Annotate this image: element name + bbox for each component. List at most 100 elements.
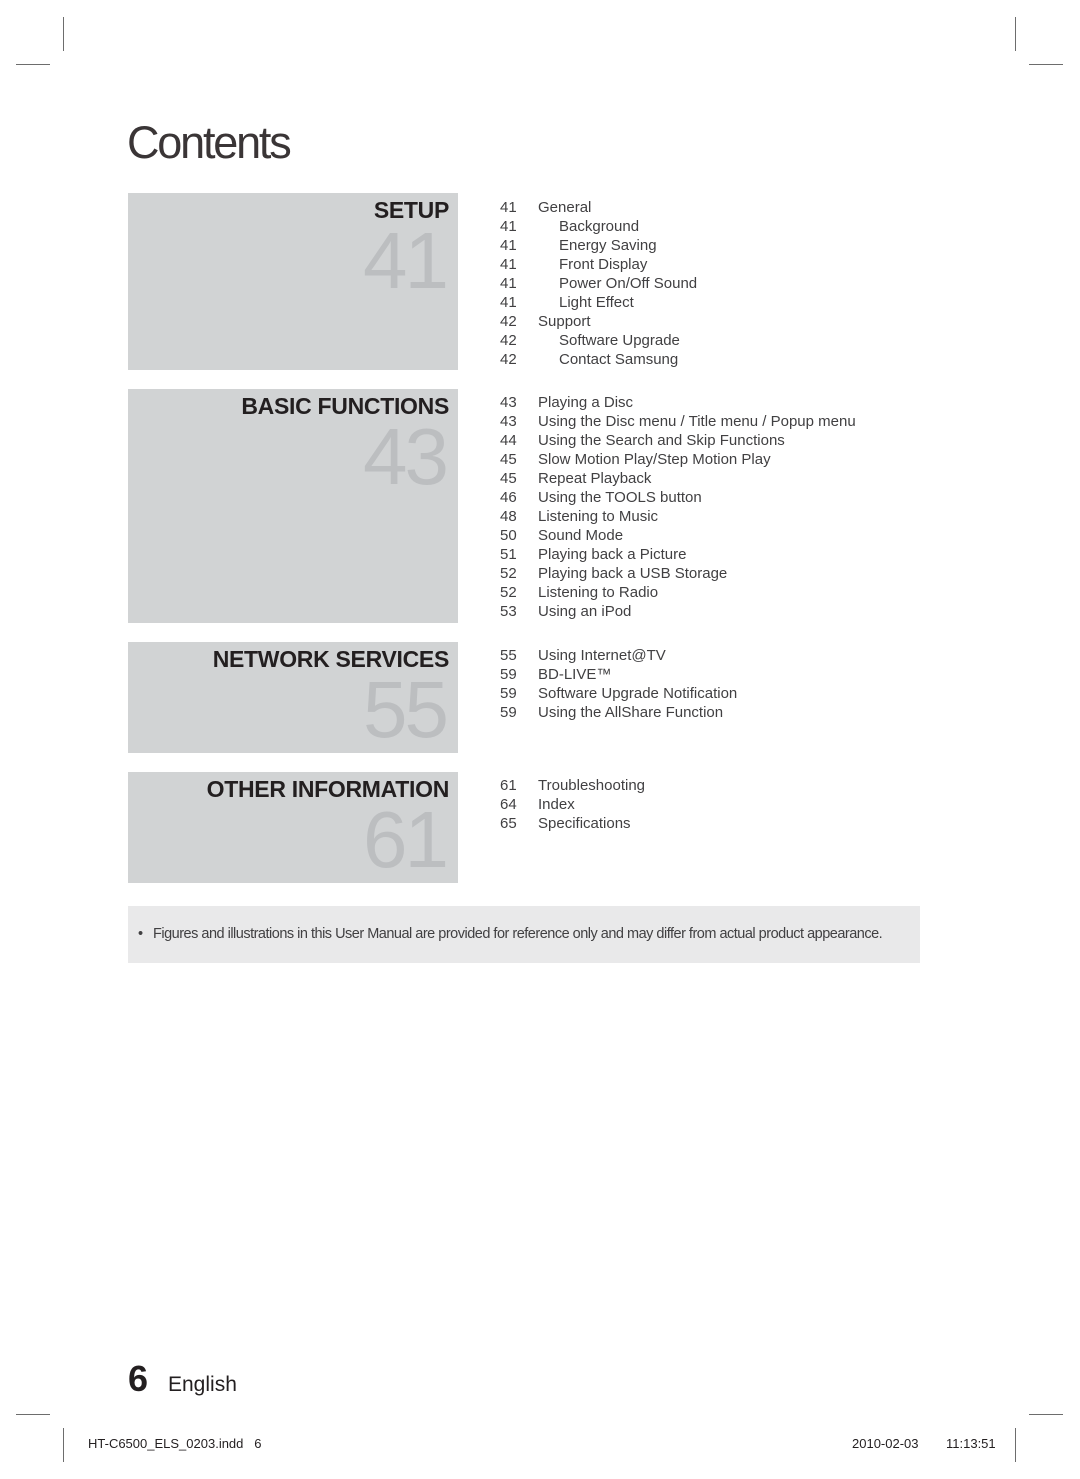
toc-entry-page: 59 <box>500 685 517 702</box>
toc-entry[interactable]: 59 Using the AllShare Function <box>500 703 737 722</box>
toc-entry[interactable]: 43 Playing a Disc <box>500 393 856 412</box>
toc-entry-page: 45 <box>500 470 517 487</box>
toc-entry[interactable]: 46 Using the TOOLS button <box>500 488 856 507</box>
toc-entry[interactable]: 41 Energy Saving <box>500 236 697 255</box>
slug-date: 2010-02-03 <box>852 1436 919 1451</box>
toc-entry-label: Contact Samsung <box>559 351 679 368</box>
toc-entry-page: 41 <box>500 199 517 216</box>
toc-entry[interactable]: 50 Sound Mode <box>500 526 856 545</box>
crop-mark-bottom-right-vertical <box>1015 1428 1016 1462</box>
page-title: Contents <box>127 117 292 168</box>
toc-entry[interactable]: 43 Using the Disc menu / Title menu / Pop… <box>500 412 856 431</box>
toc-entry-page: 61 <box>500 777 517 794</box>
toc-entry-page: 65 <box>500 815 517 832</box>
toc-entry-page: 42 <box>500 313 517 330</box>
toc-entry[interactable]: 41 Front Display <box>500 255 697 274</box>
toc-entry-label: Using the AllShare Function <box>538 704 724 721</box>
toc-entry-label: Playing back a USB Storage <box>538 565 728 582</box>
toc-entry-page: 64 <box>500 796 517 813</box>
toc-entry-label: Index <box>538 796 575 813</box>
toc-entry-label: Specifications <box>538 815 631 832</box>
crop-mark-top-left-horizontal <box>16 64 50 65</box>
toc-entry-label: Playing back a Picture <box>538 546 687 563</box>
toc-entry-label: Power On/Off Sound <box>559 275 698 292</box>
toc-entry[interactable]: 53 Using an iPod <box>500 602 856 621</box>
toc-entry-page: 50 <box>500 527 517 544</box>
crop-mark-bottom-left-vertical <box>63 1428 64 1462</box>
toc-entry-page: 43 <box>500 394 517 411</box>
section-panel-network-services[interactable]: NETWORK SERVICES 55 <box>128 642 458 753</box>
toc-entry[interactable]: 42 Contact Samsung <box>500 350 697 369</box>
toc-entry-label: Using an iPod <box>538 603 632 620</box>
toc-entry[interactable]: 41 Power On/Off Sound <box>500 274 697 293</box>
toc-entry[interactable]: 52 Listening to Radio <box>500 583 856 602</box>
toc-entry-label: General <box>538 199 592 216</box>
toc-entry-label: Listening to Radio <box>538 584 659 601</box>
toc-entry-page: 42 <box>500 332 517 349</box>
section-panel-basic-functions[interactable]: BASIC FUNCTIONS 43 <box>128 389 458 623</box>
toc-list-network-services: 55 Using Internet@TV 59 BD-LIVE™ 59 Software … <box>500 646 737 722</box>
section-start-page: 55 <box>363 665 449 754</box>
toc-entry[interactable]: 52 Playing back a USB Storage <box>500 564 856 583</box>
toc-entry[interactable]: 48 Listening to Music <box>500 507 856 526</box>
toc-entry-label: Sound Mode <box>538 527 624 544</box>
toc-entry[interactable]: 59 BD-LIVE™ <box>500 665 737 684</box>
toc-entry[interactable]: 61 Troubleshooting <box>500 776 645 795</box>
toc-entry-page: 53 <box>500 603 517 620</box>
toc-entry[interactable]: 41 General <box>500 198 697 217</box>
crop-mark-bottom-left-horizontal <box>16 1414 50 1415</box>
slug-filename: HT-C6500_ELS_0203.indd 6 <box>88 1436 262 1451</box>
toc-entry-label: Support <box>538 313 591 330</box>
toc-list-basic-functions: 43 Playing a Disc 43 Using the Disc menu / … <box>500 393 856 621</box>
section-start-page: 61 <box>363 795 449 884</box>
toc-entry-page: 59 <box>500 704 517 721</box>
toc-entry-label: Software Upgrade <box>559 332 680 349</box>
toc-entry[interactable]: 55 Using Internet@TV <box>500 646 737 665</box>
crop-mark-top-right-vertical <box>1015 17 1016 51</box>
page-language: English <box>168 1373 237 1396</box>
toc-entry-page: 59 <box>500 666 517 683</box>
toc-entry-label: Using the Disc menu / Title menu / Popup… <box>538 413 856 430</box>
toc-entry-label: Using the Search and Skip Functions <box>538 432 785 449</box>
toc-entry[interactable]: 59 Software Upgrade Notification <box>500 684 737 703</box>
toc-entry-page: 41 <box>500 275 517 292</box>
toc-entry[interactable]: 65 Specifications <box>500 814 645 833</box>
toc-list-setup: 41 General 41 Background 41 Energy Saving 41 Fr… <box>500 198 697 369</box>
toc-entry[interactable]: 45 Slow Motion Play/Step Motion Play <box>500 450 856 469</box>
toc-entry-page: 41 <box>500 237 517 254</box>
slug-time: 11:13:51 <box>946 1436 996 1451</box>
toc-entry-page: 41 <box>500 218 517 235</box>
toc-entry-label: Using Internet@TV <box>538 647 666 664</box>
crop-mark-bottom-right-horizontal <box>1029 1414 1063 1415</box>
toc-entry-page: 41 <box>500 256 517 273</box>
toc-entry[interactable]: 64 Index <box>500 795 645 814</box>
toc-entry-page: 42 <box>500 351 517 368</box>
section-start-page: 41 <box>363 216 449 305</box>
bullet-icon: • <box>138 926 143 942</box>
toc-entry-label: Listening to Music <box>538 508 659 525</box>
toc-entry[interactable]: 45 Repeat Playback <box>500 469 856 488</box>
toc-entry-page: 43 <box>500 413 517 430</box>
toc-entry-label: Front Display <box>559 256 648 273</box>
toc-entry-page: 52 <box>500 565 517 582</box>
toc-entry-page: 52 <box>500 584 517 601</box>
section-panel-setup[interactable]: SETUP 41 <box>128 193 458 370</box>
section-start-page: 43 <box>363 412 449 501</box>
disclaimer-note: • Figures and illustrations in this User… <box>128 906 920 963</box>
toc-entry-label: Repeat Playback <box>538 470 652 487</box>
toc-entry-label: Software Upgrade Notification <box>538 685 738 702</box>
toc-entry-page: 55 <box>500 647 517 664</box>
toc-entry[interactable]: 42 Support <box>500 312 697 331</box>
section-panel-other-information[interactable]: OTHER INFORMATION 61 <box>128 772 458 883</box>
toc-entry-page: 41 <box>500 294 517 311</box>
toc-entry[interactable]: 41 Background <box>500 217 697 236</box>
toc-entry-label: BD-LIVE™ <box>538 666 612 683</box>
toc-entry-page: 45 <box>500 451 517 468</box>
toc-entry-page: 48 <box>500 508 517 525</box>
toc-entry[interactable]: 42 Software Upgrade <box>500 331 697 350</box>
toc-entry-page: 46 <box>500 489 517 506</box>
toc-entry[interactable]: 44 Using the Search and Skip Functions <box>500 431 856 450</box>
toc-entry[interactable]: 41 Light Effect <box>500 293 697 312</box>
toc-entry[interactable]: 51 Playing back a Picture <box>500 545 856 564</box>
toc-entry-page: 44 <box>500 432 517 449</box>
